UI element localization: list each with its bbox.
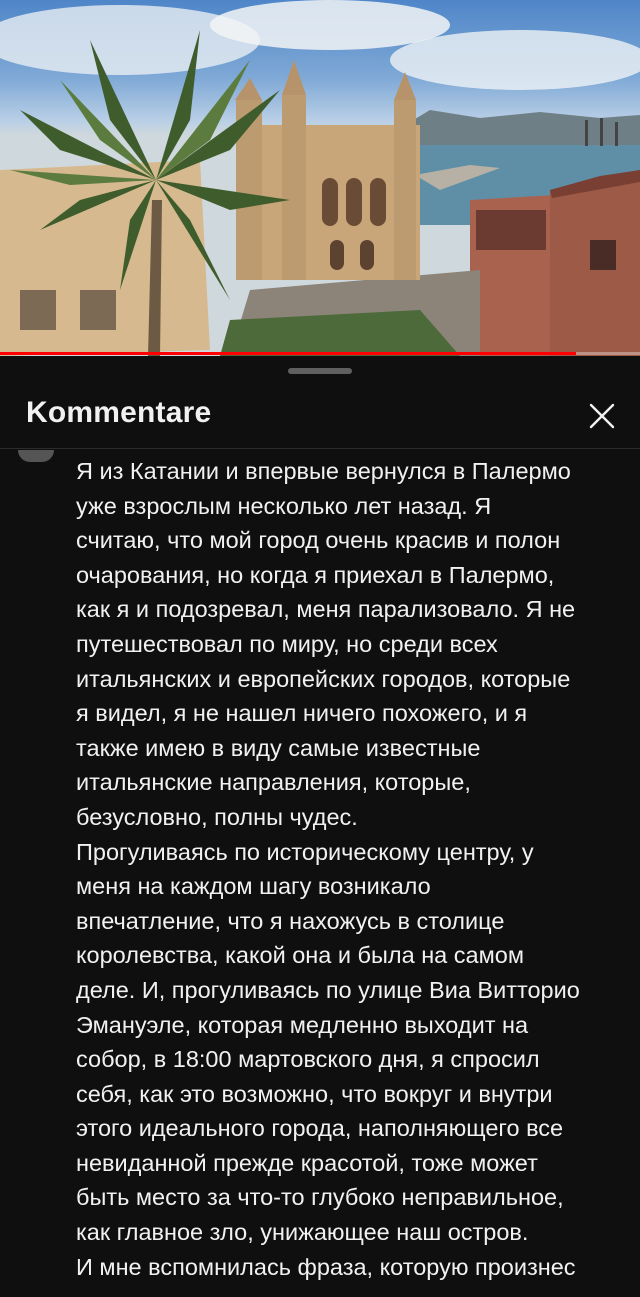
close-button[interactable] bbox=[580, 394, 624, 438]
video-progress-fill bbox=[0, 352, 576, 355]
video-player[interactable] bbox=[0, 0, 640, 356]
panel-title: Kommentare bbox=[26, 396, 212, 429]
video-progress-bar[interactable] bbox=[0, 352, 640, 355]
video-frame-image bbox=[0, 0, 640, 356]
comments-header: Kommentare bbox=[0, 382, 640, 449]
avatar[interactable] bbox=[18, 450, 54, 462]
drag-handle[interactable] bbox=[288, 368, 352, 374]
close-icon bbox=[589, 403, 615, 429]
comments-panel: Kommentare Я из Катании и впервые вернул… bbox=[0, 356, 640, 1297]
comment-text: Я из Катании и впервые вернулся в Палерм… bbox=[76, 458, 580, 1280]
